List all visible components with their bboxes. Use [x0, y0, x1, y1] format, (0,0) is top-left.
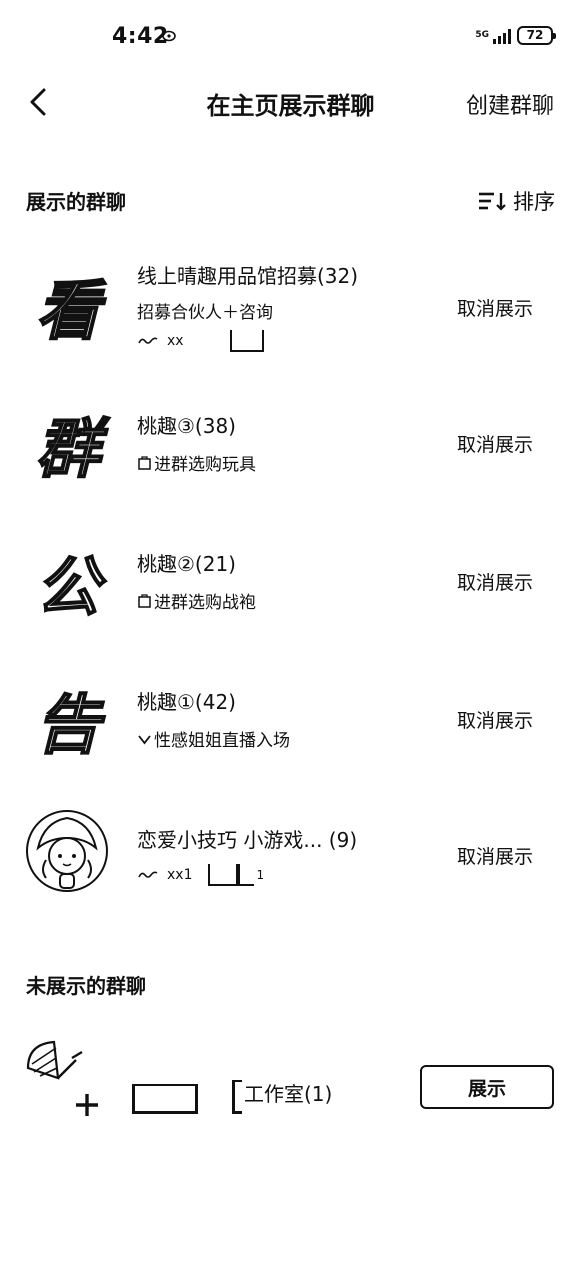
list-item[interactable]: 公 桃趣②(21) 进群选购战袍 取消展示	[0, 538, 581, 648]
group-extra-line: xx1 1	[137, 864, 264, 886]
avatar-character: 看	[35, 273, 101, 350]
sort-label: 排序	[513, 190, 555, 214]
plus-icon	[76, 1094, 98, 1116]
bag-icon	[138, 456, 151, 470]
status-bar: 4:42 5G 72	[0, 0, 581, 70]
list-item[interactable]: 看 线上晴趣用品馆招募(32) 招募合伙人＋咨询 xx 取消展示	[0, 250, 581, 360]
group-avatar: 看	[26, 264, 110, 350]
fan-avatar-icon	[26, 1040, 83, 1080]
subtitle-text: 进群选购玩具	[154, 455, 256, 475]
cartoon-girl-avatar	[26, 810, 108, 892]
notification-icon	[162, 30, 176, 42]
squiggle-icon	[138, 337, 158, 344]
sort-icon	[479, 192, 506, 211]
hide-button[interactable]: 取消展示	[457, 568, 533, 595]
battery-icon: 72	[517, 26, 556, 45]
battery-level: 72	[526, 28, 544, 42]
bag-icon	[138, 594, 151, 608]
group-subtitle: 性感姐姐直播入场	[137, 726, 290, 751]
list-item[interactable]: 群 桃趣③(38) 进群选购玩具 取消展示	[0, 400, 581, 510]
status-indicators: 5G 72	[475, 26, 556, 45]
list-item[interactable]: 恋爱小技巧 小游戏... (9) xx1 1 取消展示	[0, 810, 581, 922]
group-avatar: 公	[26, 540, 110, 626]
bracket-box	[208, 864, 239, 886]
extra-text: xx	[167, 333, 184, 349]
subtitle-text: 进群选购战袍	[154, 593, 256, 613]
hidden-groups-header: 未展示的群聊	[26, 974, 146, 998]
subtitle-text: 性感姐姐直播入场	[154, 731, 290, 751]
group-name: 桃趣①(42)	[137, 690, 236, 714]
squiggle-icon	[138, 871, 158, 878]
sort-button[interactable]: 排序	[477, 186, 555, 216]
group-name: 桃趣③(38)	[137, 414, 236, 438]
group-subtitle: 进群选购玩具	[137, 450, 256, 475]
shown-groups-header: 展示的群聊	[26, 190, 126, 214]
create-group-button[interactable]: 创建群聊	[466, 88, 554, 120]
group-subtitle: 招募合伙人＋咨询	[137, 303, 273, 323]
group-extra-line: xx	[137, 330, 264, 352]
network-type: 5G	[475, 30, 489, 40]
placeholder-box	[132, 1084, 198, 1114]
group-avatar: 群	[26, 402, 110, 488]
group-subtitle: 进群选购战袍	[137, 588, 256, 613]
extra-suffix: 1	[256, 868, 265, 882]
bracket-mark	[232, 1080, 242, 1114]
list-item[interactable]: 告 桃趣①(42) 性感姐姐直播入场 取消展示	[0, 676, 581, 786]
bracket-box	[229, 330, 264, 352]
hide-button[interactable]: 取消展示	[457, 706, 533, 733]
signal-icon	[493, 28, 511, 44]
avatar-character: 群	[35, 411, 101, 488]
hide-button[interactable]: 取消展示	[457, 294, 533, 321]
extra-text: xx1	[167, 867, 193, 883]
group-name: 桃趣②(21)	[137, 552, 236, 576]
avatar-character: 告	[35, 687, 101, 764]
group-name: 工作室(1)	[244, 1082, 333, 1106]
hide-button[interactable]: 取消展示	[457, 842, 533, 869]
group-name: 恋爱小技巧 小游戏... (9)	[137, 828, 358, 852]
hide-button[interactable]: 取消展示	[457, 430, 533, 457]
group-name: 线上晴趣用品馆招募(32)	[137, 264, 359, 288]
status-time: 4:42	[112, 24, 169, 49]
bracket-box	[238, 864, 255, 886]
group-avatar: 告	[26, 678, 110, 764]
chevron-down-icon	[138, 735, 151, 745]
show-button[interactable]: 展示	[420, 1065, 554, 1109]
nav-bar: 在主页展示群聊 创建群聊	[0, 70, 581, 134]
avatar-character: 公	[35, 549, 101, 626]
